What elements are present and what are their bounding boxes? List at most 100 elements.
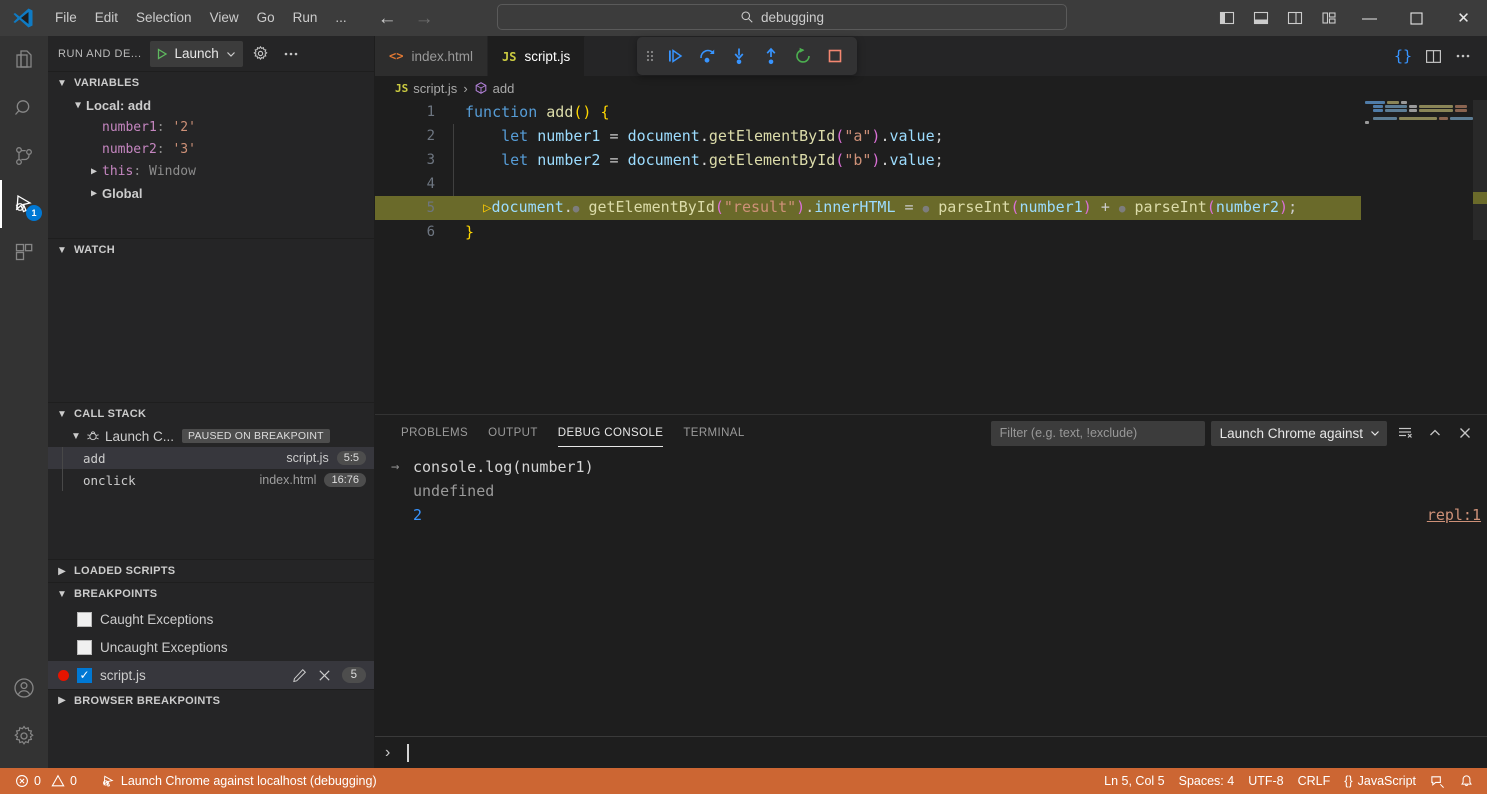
activity-item-accounts[interactable]	[0, 664, 48, 712]
drag-handle-icon[interactable]	[645, 47, 657, 65]
step-into-icon[interactable]	[725, 42, 753, 70]
clear-console-icon[interactable]	[1393, 421, 1417, 445]
variable-scope-global[interactable]: ▶ Global	[48, 182, 374, 204]
edit-icon[interactable]	[292, 668, 307, 683]
watch-empty-area[interactable]	[48, 261, 374, 402]
status-debug-session[interactable]: Launch Chrome against localhost (debuggi…	[94, 768, 384, 794]
browser-breakpoints-header[interactable]: ▶ BROWSER BREAKPOINTS	[48, 689, 374, 711]
status-language-mode[interactable]: {} JavaScript	[1337, 768, 1423, 794]
arrow-right-icon[interactable]: →	[415, 9, 434, 28]
call-stack-frame-add[interactable]: add script.js 5:5	[48, 447, 374, 469]
status-notifications[interactable]	[1452, 768, 1481, 794]
code-line-2[interactable]: 2 let number1 = document.getElementById(…	[375, 124, 1487, 148]
minimap[interactable]	[1361, 100, 1473, 414]
code-line-5-current[interactable]: 5 ▷document.● getElementById("result").i…	[375, 196, 1487, 220]
status-cursor-position[interactable]: Ln 5, Col 5	[1097, 768, 1171, 794]
toggle-secondary-sidebar-icon[interactable]	[1278, 0, 1312, 36]
close-button[interactable]: ✕	[1440, 0, 1487, 36]
code-line-1[interactable]: 1 function add() {	[375, 100, 1487, 124]
debug-console-repl-input[interactable]: ›	[375, 736, 1487, 768]
editor-scrollbar-thumb[interactable]	[1473, 100, 1487, 240]
tab-problems[interactable]: PROBLEMS	[391, 415, 478, 451]
variable-scope-local[interactable]: ▼ Local: add	[48, 94, 374, 116]
arrow-left-icon[interactable]: ←	[378, 9, 397, 28]
breakpoint-caught-exceptions[interactable]: Caught Exceptions	[48, 605, 374, 633]
menu-more[interactable]: ...	[326, 5, 355, 31]
menu-file[interactable]: File	[46, 5, 86, 31]
code-line-4[interactable]: 4	[375, 172, 1487, 196]
command-center-search[interactable]: debugging	[497, 4, 1067, 30]
console-source-link[interactable]: repl:1	[1427, 506, 1481, 524]
menu-edit[interactable]: Edit	[86, 5, 127, 31]
stop-icon[interactable]	[821, 42, 849, 70]
call-stack-section-header[interactable]: ▼ CALL STACK	[48, 403, 374, 425]
maximize-button[interactable]	[1393, 0, 1440, 36]
continue-icon[interactable]	[661, 42, 689, 70]
overview-ruler[interactable]	[1473, 100, 1487, 414]
tab-terminal[interactable]: TERMINAL	[673, 415, 754, 451]
customize-layout-icon[interactable]	[1312, 0, 1346, 36]
html-file-icon: <>	[389, 49, 404, 63]
watch-section-header[interactable]: ▼ WATCH	[48, 239, 374, 261]
console-filter-input[interactable]	[990, 420, 1205, 446]
menu-view[interactable]: View	[201, 5, 248, 31]
step-out-icon[interactable]	[757, 42, 785, 70]
code-line-6[interactable]: 6 }	[375, 220, 1487, 244]
minimize-button[interactable]: —	[1346, 0, 1393, 36]
activity-item-explorer[interactable]	[0, 36, 48, 84]
code-line-3[interactable]: 3 let number2 = document.getElementById(…	[375, 148, 1487, 172]
breakpoint-checkbox[interactable]	[77, 667, 92, 683]
editor-actions: {}	[1389, 36, 1487, 76]
variable-row-number2[interactable]: number2 : '3'	[48, 138, 374, 160]
breadcrumb-symbol[interactable]: add	[474, 81, 514, 96]
tab-debug-console[interactable]: DEBUG CONSOLE	[548, 415, 674, 451]
status-eol[interactable]: CRLF	[1291, 768, 1338, 794]
close-panel-icon[interactable]	[1453, 421, 1477, 445]
restart-icon[interactable]	[789, 42, 817, 70]
call-stack-session[interactable]: ▼ Launch C... PAUSED ON BREAKPOINT	[48, 425, 374, 447]
variable-row-number1[interactable]: number1 : '2'	[48, 116, 374, 138]
activity-item-run-and-debug[interactable]: 1	[0, 180, 48, 228]
code-editor[interactable]: 1 function add() { 2 let number1 = docum…	[375, 100, 1487, 414]
debug-console-output[interactable]: → console.log(number1) undefined 2 repl:…	[375, 451, 1487, 736]
status-encoding[interactable]: UTF-8	[1241, 768, 1290, 794]
remove-icon[interactable]	[317, 668, 332, 683]
breakpoint-uncaught-exceptions[interactable]: Uncaught Exceptions	[48, 633, 374, 661]
more-actions-icon[interactable]	[1449, 42, 1477, 70]
menu-selection[interactable]: Selection	[127, 5, 201, 31]
status-problems[interactable]: 0 0	[8, 768, 84, 794]
menu-go[interactable]: Go	[248, 5, 284, 31]
status-indentation[interactable]: Spaces: 4	[1172, 768, 1242, 794]
breadcrumb-file[interactable]: JS script.js	[395, 81, 457, 96]
variables-section-header[interactable]: ▼ VARIABLES	[48, 72, 374, 94]
run-or-debug-icon[interactable]: {}	[1389, 42, 1417, 70]
debug-session-selector[interactable]: Launch Chrome against	[1210, 420, 1387, 446]
breakpoint-script-js[interactable]: script.js 5	[48, 661, 374, 689]
variable-row-this[interactable]: ▶ this : Window	[48, 160, 374, 182]
tab-output[interactable]: OUTPUT	[478, 415, 548, 451]
tab-script-js[interactable]: JS script.js	[487, 36, 586, 76]
gutter-breakpoint-active[interactable]	[375, 153, 403, 264]
collapse-panel-icon[interactable]	[1423, 421, 1447, 445]
toggle-panel-icon[interactable]	[1244, 0, 1278, 36]
debug-settings-gear-icon[interactable]	[249, 42, 273, 66]
split-editor-icon[interactable]	[1419, 42, 1447, 70]
breakpoints-header[interactable]: ▼ BREAKPOINTS	[48, 583, 374, 605]
call-stack-frame-onclick[interactable]: onclick index.html 16:76	[48, 469, 374, 491]
breakpoint-checkbox[interactable]	[77, 611, 92, 627]
tree-indent-guide	[62, 447, 73, 469]
activity-item-source-control[interactable]	[0, 132, 48, 180]
launch-configuration-selector[interactable]: Launch	[149, 40, 243, 67]
activity-item-extensions[interactable]	[0, 228, 48, 276]
status-feedback[interactable]	[1423, 768, 1452, 794]
step-over-icon[interactable]	[693, 42, 721, 70]
tab-index-html[interactable]: <> index.html	[375, 36, 488, 76]
activity-item-settings[interactable]	[0, 712, 48, 760]
menu-run[interactable]: Run	[284, 5, 327, 31]
debug-toolbar[interactable]	[637, 37, 857, 75]
loaded-scripts-header[interactable]: ▶ LOADED SCRIPTS	[48, 560, 374, 582]
sidebar-more-actions-icon[interactable]	[279, 42, 303, 66]
toggle-primary-sidebar-icon[interactable]	[1210, 0, 1244, 36]
activity-item-search[interactable]	[0, 84, 48, 132]
breakpoint-checkbox[interactable]	[77, 639, 92, 655]
